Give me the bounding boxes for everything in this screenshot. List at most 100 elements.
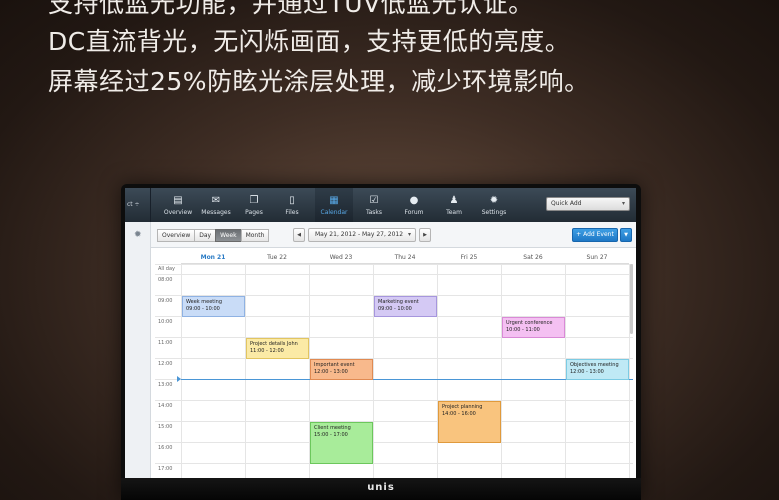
event-time: 11:00 - 12:00 xyxy=(250,348,284,354)
nav-item-label: Calendar xyxy=(320,209,348,216)
headline-line-2: 屏幕经过25%防眩光涂层处理，减少环境影响。 xyxy=(48,67,590,96)
hour-label: 17:00 xyxy=(158,466,173,472)
nav-item-tasks[interactable]: ☑ Tasks xyxy=(355,188,393,222)
hour-label: 11:00 xyxy=(158,340,173,346)
headline-line-1: DC直流背光，无闪烁画面，支持更低的亮度。 xyxy=(48,27,571,56)
monitor-bottom-bezel: unis xyxy=(121,478,641,500)
event-title: Project details John xyxy=(250,341,298,347)
calendar-event[interactable]: Project planning 14:00 - 16:00 xyxy=(438,401,501,443)
nav-item-label: Files xyxy=(285,209,299,216)
project-selector[interactable]: ct ÷ xyxy=(125,188,151,222)
headline-line-0: 支持低蓝光功能，并通过TÜV低蓝光认证。 xyxy=(48,0,534,18)
monitor-brand-logo: unis xyxy=(367,482,395,493)
nav-item-label: Team xyxy=(446,209,462,216)
hour-label: 12:00 xyxy=(158,361,173,367)
calendar-toolbar: Overview Day Week Month ◀ May 21, 2012 -… xyxy=(151,222,636,248)
hour-label: 09:00 xyxy=(158,298,173,304)
day-header[interactable]: Fri 25 xyxy=(437,252,501,264)
nav-item-label: Forum xyxy=(404,209,424,216)
envelope-icon: ✉ xyxy=(211,195,221,206)
next-week-button[interactable]: ▶ xyxy=(419,228,431,242)
nav-item-label: Settings xyxy=(481,209,507,216)
date-range-select[interactable]: May 21, 2012 - May 27, 2012 ▾ xyxy=(308,228,416,242)
add-event-dropdown-button[interactable]: ▼ xyxy=(620,228,632,242)
calendar-event[interactable]: Objectives meeting 12:00 - 13:00 xyxy=(566,359,629,380)
hour-row[interactable]: 17:00 xyxy=(155,463,633,478)
event-title: Client meeting xyxy=(314,425,351,431)
overview-icon: ▤ xyxy=(173,195,183,206)
day-header[interactable]: Thu 24 xyxy=(373,252,437,264)
nav-item-files[interactable]: ▯ Files xyxy=(273,188,311,222)
view-switcher: Overview Day Week Month xyxy=(157,229,270,242)
event-title: Important event xyxy=(314,362,355,368)
view-button-week[interactable]: Week xyxy=(215,229,242,242)
add-event-button[interactable]: + Add Event xyxy=(572,228,618,242)
nav-item-messages[interactable]: ✉ Messages xyxy=(197,188,235,222)
event-time: 12:00 - 13:00 xyxy=(314,369,348,375)
event-time: 09:00 - 10:00 xyxy=(378,306,412,312)
file-icon: ▯ xyxy=(289,195,295,206)
event-title: Urgent conference xyxy=(506,320,553,326)
day-header[interactable]: Tue 22 xyxy=(245,252,309,264)
view-button-overview[interactable]: Overview xyxy=(157,229,196,242)
day-header[interactable]: Mon 21 xyxy=(181,252,245,264)
pages-icon: ❐ xyxy=(249,195,259,206)
monitor-screen: ct ÷ ▤ Overview ✉ Messages ❐ Pages ▯ Files ▦ Cale… xyxy=(125,188,636,478)
monitor: ct ÷ ▤ Overview ✉ Messages ❐ Pages ▯ Files ▦ Cale… xyxy=(121,184,641,500)
nav-item-label: Pages xyxy=(245,209,263,216)
calendar-event[interactable]: Week meeting 09:00 - 10:00 xyxy=(182,296,245,317)
view-button-month[interactable]: Month xyxy=(240,229,270,242)
nav-item-settings[interactable]: ✹ Settings xyxy=(475,188,513,222)
chevron-down-icon: ▾ xyxy=(407,231,411,238)
event-title: Marketing event xyxy=(378,299,419,305)
hour-row[interactable]: 14:00 xyxy=(155,400,633,421)
calendar-event[interactable]: Marketing event 09:00 - 10:00 xyxy=(374,296,437,317)
checkbox-icon: ☑ xyxy=(369,195,379,206)
event-time: 14:00 - 16:00 xyxy=(442,411,476,417)
view-button-day[interactable]: Day xyxy=(194,229,217,242)
hour-label: 10:00 xyxy=(158,319,173,325)
nav-item-forum[interactable]: ● Forum xyxy=(395,188,433,222)
event-time: 10:00 - 11:00 xyxy=(506,327,540,333)
hour-label: 16:00 xyxy=(158,445,173,451)
hour-row[interactable]: 16:00 xyxy=(155,442,633,463)
nav-item-overview[interactable]: ▤ Overview xyxy=(159,188,197,222)
calendar-icon: ▦ xyxy=(329,195,339,206)
previous-week-button[interactable]: ◀ xyxy=(293,228,305,242)
nav-item-calendar[interactable]: ▦ Calendar xyxy=(315,188,353,222)
hour-row[interactable]: 08:00 xyxy=(155,274,633,295)
week-calendar-grid: Mon 21 Tue 22 Wed 23 Thu 24 Fri 25 Sat 26 Sun … xyxy=(155,252,633,478)
date-navigator: ◀ May 21, 2012 - May 27, 2012 ▾ ▶ xyxy=(293,228,431,242)
nav-item-label: Tasks xyxy=(365,209,383,216)
gear-icon[interactable]: ✹ xyxy=(134,230,142,240)
team-icon: ♟ xyxy=(449,195,459,206)
hour-row[interactable]: 13:00 xyxy=(155,379,633,400)
calendar-event[interactable]: Urgent conference 10:00 - 11:00 xyxy=(502,317,565,338)
current-time-marker-icon xyxy=(177,376,181,382)
vertical-scrollbar[interactable] xyxy=(630,264,633,334)
hour-label: 08:00 xyxy=(158,277,173,283)
event-title: Project planning xyxy=(442,404,483,410)
event-title: Week meeting xyxy=(186,299,223,305)
quick-add-select[interactable]: Quick Add ▾ xyxy=(546,197,630,211)
nav-item-pages[interactable]: ❐ Pages xyxy=(235,188,273,222)
all-day-row[interactable]: All day xyxy=(155,264,633,274)
calendar-event[interactable]: Client meeting 15:00 - 17:00 xyxy=(310,422,373,464)
calendar-event[interactable]: Important event 12:00 - 13:00 xyxy=(310,359,373,380)
event-title: Objectives meeting xyxy=(570,362,619,368)
event-time: 15:00 - 17:00 xyxy=(314,432,348,438)
quick-add-label: Quick Add xyxy=(551,200,582,207)
nav-item-label: Overview xyxy=(163,209,193,216)
gear-icon: ✹ xyxy=(489,195,499,206)
nav-item-team[interactable]: ♟ Team xyxy=(435,188,473,222)
day-header[interactable]: Sun 27 xyxy=(565,252,629,264)
hour-label: 13:00 xyxy=(158,382,173,388)
hour-row[interactable]: 15:00 xyxy=(155,421,633,442)
hour-row[interactable]: 12:00 xyxy=(155,358,633,379)
day-header[interactable]: Sat 26 xyxy=(501,252,565,264)
event-time: 12:00 - 13:00 xyxy=(570,369,604,375)
hour-row[interactable]: 11:00 xyxy=(155,337,633,358)
calendar-event[interactable]: Project details John 11:00 - 12:00 xyxy=(246,338,309,359)
day-header[interactable]: Wed 23 xyxy=(309,252,373,264)
all-day-label: All day xyxy=(158,266,175,272)
